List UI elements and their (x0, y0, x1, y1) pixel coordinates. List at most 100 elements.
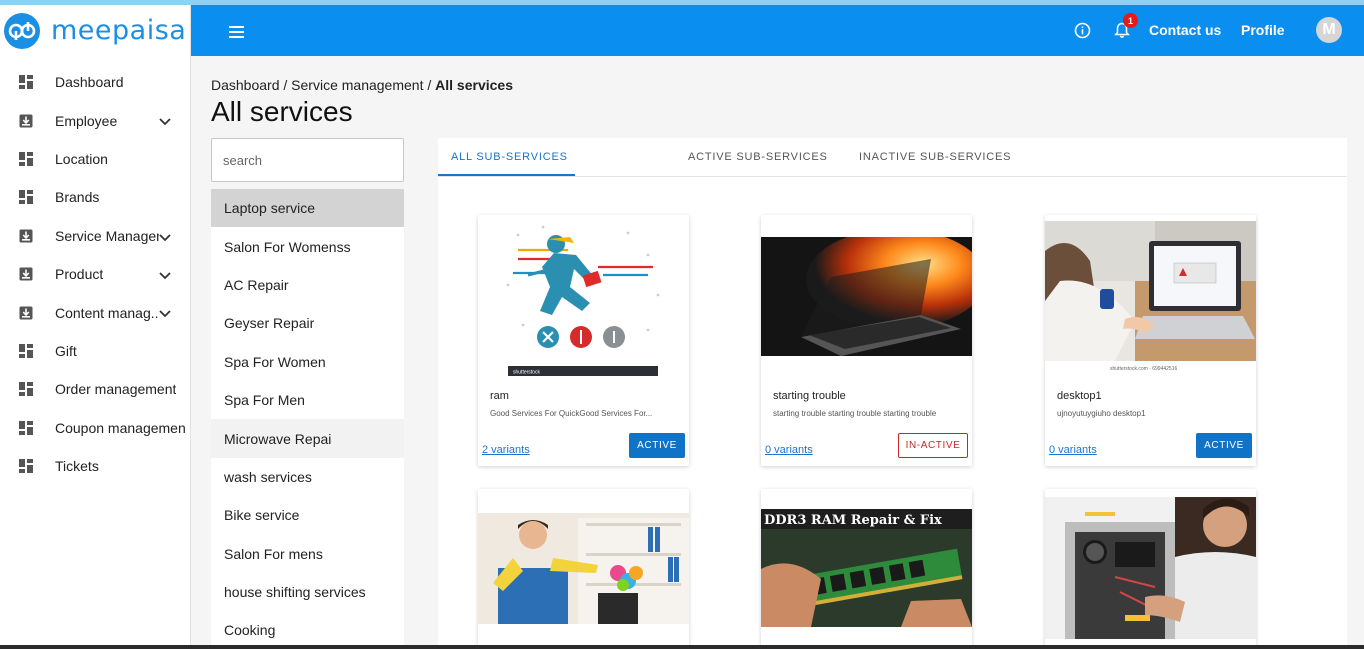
category-item[interactable]: Microwave Repai (211, 419, 404, 458)
variants-link[interactable]: 0 variants (1049, 444, 1097, 456)
sidebar-item-label: Order management (55, 381, 177, 398)
card-description: starting trouble starting trouble starti… (773, 409, 937, 418)
sidebar-item-coupon-management[interactable]: Coupon management (0, 409, 190, 447)
sidebar-item-label: Product (55, 266, 104, 283)
tab-indicator (438, 174, 575, 176)
logo-text: meepaisa (51, 15, 187, 46)
card-title: starting trouble (773, 390, 846, 402)
sidebar: meepaisa Dashboard Employee Location Brands… (0, 5, 191, 649)
tab-active-sub-services[interactable]: ACTIVE SUB-SERVICES (688, 138, 828, 176)
dashboard-icon (18, 151, 34, 167)
menu-icon[interactable] (229, 25, 245, 43)
breadcrumb-dashboard[interactable]: Dashboard (211, 77, 280, 93)
desktop-repair-photo (1045, 497, 1256, 639)
breadcrumb: Dashboard / Service management / All ser… (211, 77, 513, 93)
chevron-down-icon[interactable] (159, 267, 171, 285)
logo[interactable]: meepaisa (0, 5, 190, 56)
card-title: desktop1 (1057, 390, 1102, 402)
ddr3-ram-photo: DDR3 RAM Repair & Fix (761, 509, 972, 627)
page-title: All services (211, 96, 353, 127)
sidebar-item-brands[interactable]: Brands (0, 178, 190, 216)
download-box-icon (18, 113, 34, 129)
sidebar-item-label: Content manag.. (55, 304, 159, 321)
dashboard-icon (18, 458, 34, 474)
category-item[interactable]: Spa For Women (211, 342, 404, 381)
category-item[interactable]: Salon For mens (211, 534, 404, 573)
service-card[interactable] (1045, 489, 1256, 649)
watermark-text: shutterstock.com · 699442516 (1110, 366, 1177, 372)
sidebar-item-product[interactable]: Product (0, 255, 190, 293)
sidebar-nav: Dashboard Employee Location Brands Service M… (0, 63, 190, 485)
chevron-down-icon[interactable] (159, 113, 171, 131)
sidebar-item-employee[interactable]: Employee (0, 101, 190, 139)
variants-link[interactable]: 0 variants (765, 444, 813, 456)
notification-badge: 1 (1123, 13, 1138, 28)
category-item[interactable]: wash services (211, 457, 404, 497)
service-card[interactable]: starting trouble starting trouble starti… (761, 215, 972, 466)
sub-services-panel: ALL SUB-SERVICES ACTIVE SUB-SERVICES INA… (438, 138, 1347, 649)
search-input[interactable] (211, 138, 404, 182)
taskbar-strip (0, 645, 1364, 649)
download-box-icon (18, 228, 34, 244)
avatar[interactable]: M (1316, 17, 1342, 43)
logo-mark-icon (4, 12, 40, 49)
sidebar-item-tickets[interactable]: Tickets (0, 447, 190, 485)
tab-all-sub-services[interactable]: ALL SUB-SERVICES (451, 138, 568, 176)
breadcrumb-current: All services (435, 77, 513, 93)
sidebar-item-label: Tickets (55, 458, 99, 475)
service-card[interactable] (478, 489, 689, 649)
top-header: 1 Contact us Profile M (191, 5, 1364, 56)
tab-bar: ALL SUB-SERVICES ACTIVE SUB-SERVICES INA… (438, 138, 1347, 177)
breadcrumb-service-management[interactable]: Service management (291, 77, 423, 93)
category-item[interactable]: AC Repair (211, 265, 404, 305)
dashboard-icon (18, 74, 34, 90)
category-list: Laptop service Salon For Womenss AC Repair… (211, 189, 404, 649)
sidebar-item-label: Employee (55, 112, 118, 129)
sidebar-item-label: Dashboard (55, 74, 124, 91)
category-item[interactable]: Laptop service (211, 189, 404, 228)
card-description: ujnoyutuygiuho desktop1 (1057, 409, 1146, 418)
sidebar-item-location[interactable]: Location (0, 140, 190, 178)
profile-link[interactable]: Profile (1241, 22, 1285, 38)
sidebar-item-dashboard[interactable]: Dashboard (0, 63, 190, 101)
chevron-down-icon[interactable] (159, 229, 171, 247)
category-item[interactable]: house shifting services (211, 572, 404, 612)
laptop-on-fire-photo (761, 237, 972, 356)
status-button[interactable]: IN-ACTIVE (898, 433, 968, 458)
category-item[interactable]: Spa For Men (211, 380, 404, 420)
variants-link[interactable]: 2 variants (482, 444, 530, 456)
watermark-text: shutterstock (513, 370, 540, 376)
person-using-laptop-photo: shutterstock.com · 699442516 (1045, 221, 1256, 373)
sidebar-item-service-managem[interactable]: Service Managem (0, 217, 190, 255)
cleaning-person-photo (478, 513, 689, 624)
breadcrumb-separator: / (423, 77, 436, 93)
status-button[interactable]: ACTIVE (629, 433, 685, 458)
chevron-down-icon[interactable] (159, 305, 171, 323)
sidebar-item-label: Coupon management (55, 419, 185, 436)
sidebar-item-label: Brands (55, 189, 100, 206)
info-icon[interactable] (1074, 22, 1091, 44)
category-item[interactable]: Geyser Repair (211, 304, 404, 343)
category-item[interactable]: Cooking (211, 611, 404, 649)
dashboard-icon (18, 381, 34, 397)
download-box-icon (18, 266, 34, 282)
image-text: DDR3 RAM Repair & Fix (764, 513, 942, 528)
category-item[interactable]: Bike service (211, 496, 404, 535)
service-card[interactable]: DDR3 RAM Repair & Fix (761, 489, 972, 649)
status-button[interactable]: ACTIVE (1196, 433, 1252, 458)
tab-inactive-sub-services[interactable]: INACTIVE SUB-SERVICES (859, 138, 1011, 176)
dashboard-icon (18, 189, 34, 205)
breadcrumb-separator: / (279, 77, 292, 93)
service-card[interactable]: shutterstock ram Good Services For Quick… (478, 215, 689, 466)
contact-us-link[interactable]: Contact us (1149, 22, 1221, 38)
card-title: ram (490, 390, 509, 402)
dashboard-icon (18, 343, 34, 359)
sidebar-item-content-manag[interactable]: Content manag.. (0, 293, 190, 331)
category-item[interactable]: Salon For Womenss (211, 227, 404, 266)
sidebar-item-label: Location (55, 150, 108, 167)
sidebar-item-gift[interactable]: Gift (0, 332, 190, 370)
sidebar-item-order-management[interactable]: Order management (0, 370, 190, 408)
service-card[interactable]: shutterstock.com · 699442516 desktop1 uj… (1045, 215, 1256, 466)
sidebar-item-label: Service Managem (55, 227, 159, 244)
dashboard-icon (18, 420, 34, 436)
